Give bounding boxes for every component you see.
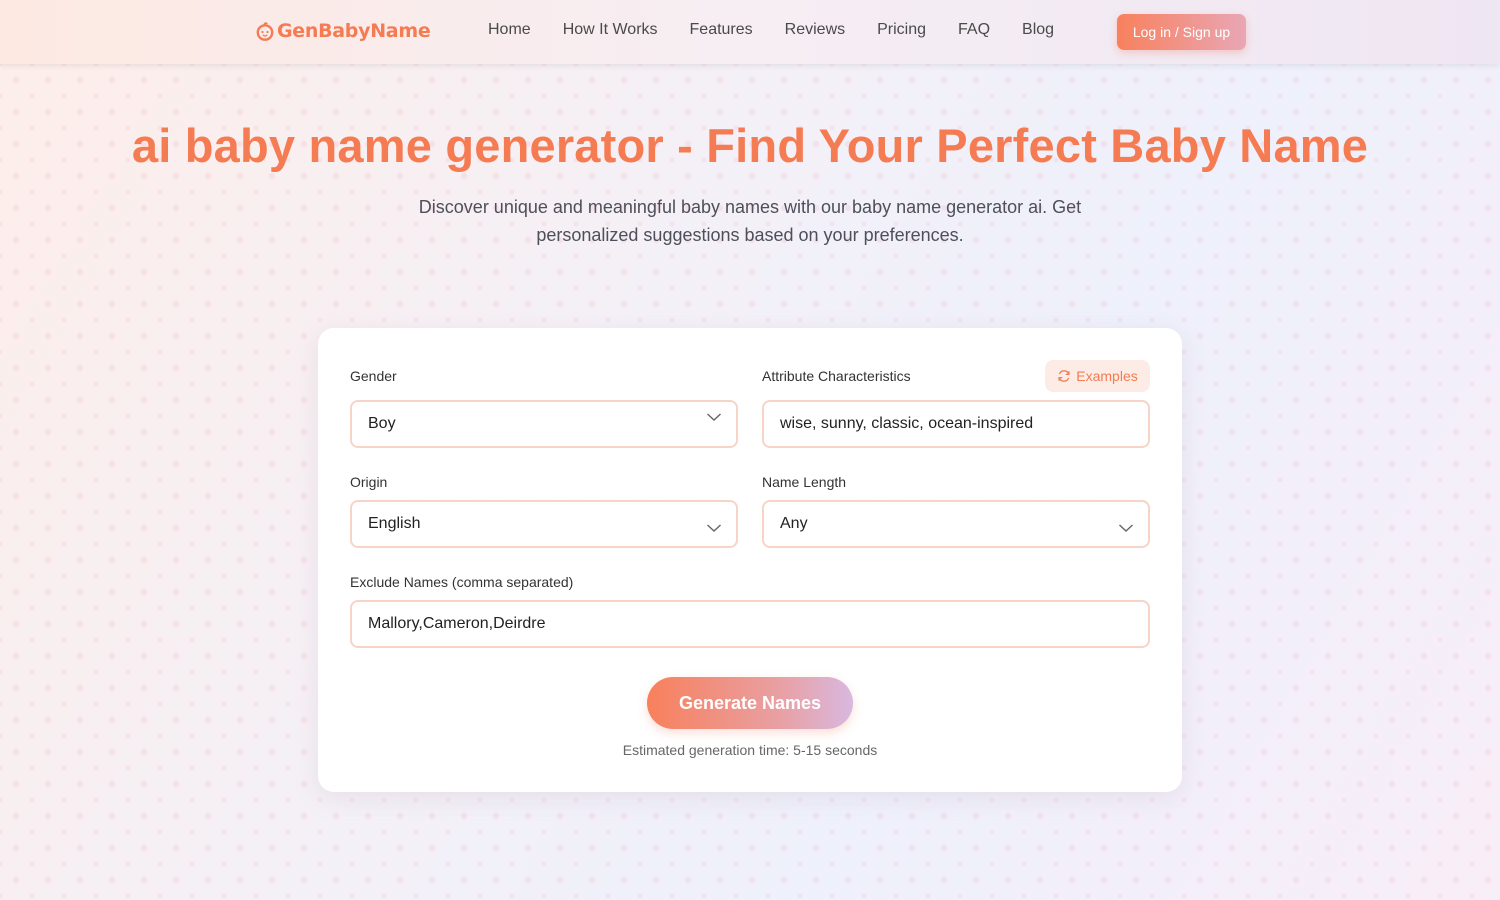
attributes-input[interactable]: wise, sunny, classic, ocean-inspired (762, 400, 1150, 448)
chevron-down-icon (707, 413, 721, 421)
chevron-down-icon (707, 524, 721, 532)
gender-value: Boy (368, 415, 396, 432)
chevron-down-icon (1119, 524, 1133, 532)
generator-form-card: Gender Boy Attribute Characteristics Exa… (318, 328, 1182, 792)
main-nav: Home How It Works Features Reviews Prici… (488, 21, 1054, 39)
exclude-names-value: Mallory,Cameron,Deirdre (368, 615, 546, 632)
examples-label: Examples (1076, 368, 1138, 384)
name-length-value: Any (780, 515, 808, 532)
login-signup-button[interactable]: Log in / Sign up (1117, 14, 1246, 50)
examples-button[interactable]: Examples (1045, 360, 1150, 392)
origin-value: English (368, 515, 421, 532)
gender-label: Gender (350, 368, 397, 384)
name-length-select[interactable]: Any (762, 500, 1150, 548)
attributes-value: wise, sunny, classic, ocean-inspired (780, 415, 1034, 432)
estimated-time-text: Estimated generation time: 5-15 seconds (622, 742, 878, 758)
site-header: GenBabyName Home How It Works Features R… (0, 0, 1500, 64)
nav-blog[interactable]: Blog (1022, 21, 1054, 39)
nav-faq[interactable]: FAQ (958, 21, 990, 39)
exclude-names-label: Exclude Names (comma separated) (350, 574, 574, 590)
nav-how-it-works[interactable]: How It Works (563, 21, 658, 39)
name-length-label: Name Length (762, 474, 847, 490)
exclude-names-input[interactable]: Mallory,Cameron,Deirdre (350, 600, 1150, 648)
logo-text: GenBabyName (277, 20, 431, 42)
refresh-icon (1058, 370, 1070, 382)
nav-reviews[interactable]: Reviews (785, 21, 845, 39)
attributes-label: Attribute Characteristics (762, 368, 911, 384)
nav-features[interactable]: Features (690, 21, 753, 39)
origin-select[interactable]: English (350, 500, 738, 548)
generate-names-button[interactable]: Generate Names (647, 677, 853, 729)
baby-face-icon (256, 22, 274, 41)
origin-label: Origin (350, 474, 388, 490)
page-subtitle: Discover unique and meaningful baby name… (418, 197, 1082, 245)
logo[interactable]: GenBabyName (255, 18, 431, 44)
page-title: ai baby name generator - Find Your Perfe… (131, 119, 1369, 172)
gender-select[interactable]: Boy (350, 400, 738, 448)
nav-home[interactable]: Home (488, 21, 531, 39)
nav-pricing[interactable]: Pricing (877, 21, 926, 39)
